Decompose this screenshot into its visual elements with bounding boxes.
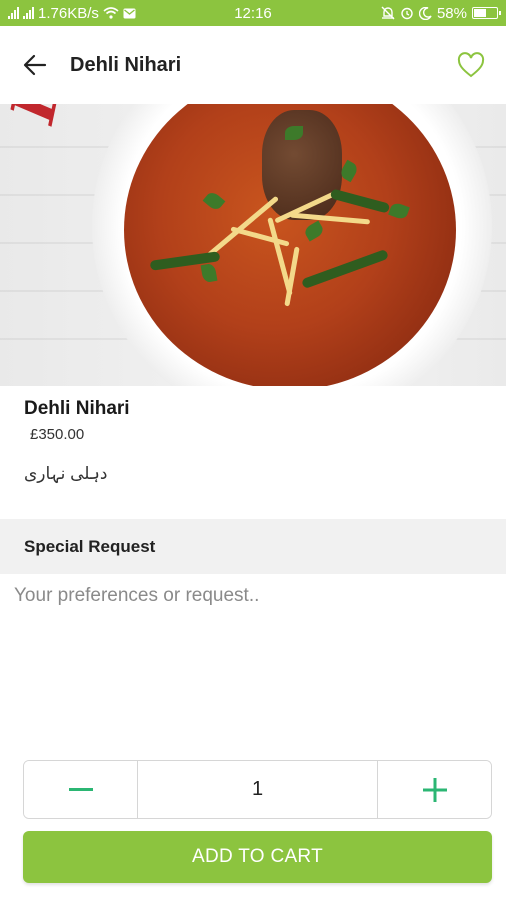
status-right: 58% xyxy=(381,4,501,22)
dish-image: Dehli Nihari xyxy=(0,104,506,386)
status-left: 1.76KB/s xyxy=(8,5,208,22)
alarm-icon xyxy=(401,7,413,20)
signal-icon xyxy=(8,7,19,19)
battery-icon xyxy=(472,7,501,19)
battery-percent: 58% xyxy=(436,4,467,22)
moon-icon xyxy=(418,6,432,20)
mail-icon xyxy=(123,8,136,18)
quantity-value: 1 xyxy=(137,761,378,818)
bell-off-icon xyxy=(381,6,395,20)
item-description: دہلی نہاری xyxy=(24,464,108,483)
increment-button[interactable] xyxy=(378,761,491,818)
special-request-input[interactable] xyxy=(14,585,492,735)
battery-level xyxy=(474,9,487,17)
heart-outline-icon xyxy=(457,52,485,78)
item-price: £350.00 xyxy=(30,426,85,443)
network-speed: 1.76KB/s xyxy=(38,4,99,22)
item-info: Dehli Nihari £350.00 دہلی نہاری xyxy=(24,398,486,484)
minus-icon xyxy=(68,787,93,791)
status-bar: 1.76KB/s 12:16 58% xyxy=(0,0,506,26)
signal-icon xyxy=(23,7,34,19)
item-name: Dehli Nihari xyxy=(24,398,130,419)
app-bar: Dehli Nihari xyxy=(0,26,506,104)
arrow-left-icon xyxy=(23,54,47,76)
special-request-header: Special Request xyxy=(0,519,506,574)
back-button[interactable] xyxy=(0,26,70,104)
page-title: Dehli Nihari xyxy=(70,53,182,76)
special-request-heading: Special Request xyxy=(24,536,156,556)
quantity-stepper: 1 xyxy=(23,760,492,819)
add-to-cart-button[interactable]: ADD TO CART xyxy=(23,831,492,883)
favorite-button[interactable] xyxy=(436,26,506,104)
decrement-button[interactable] xyxy=(24,761,137,818)
plus-icon xyxy=(422,777,447,802)
wifi-icon xyxy=(103,7,119,19)
